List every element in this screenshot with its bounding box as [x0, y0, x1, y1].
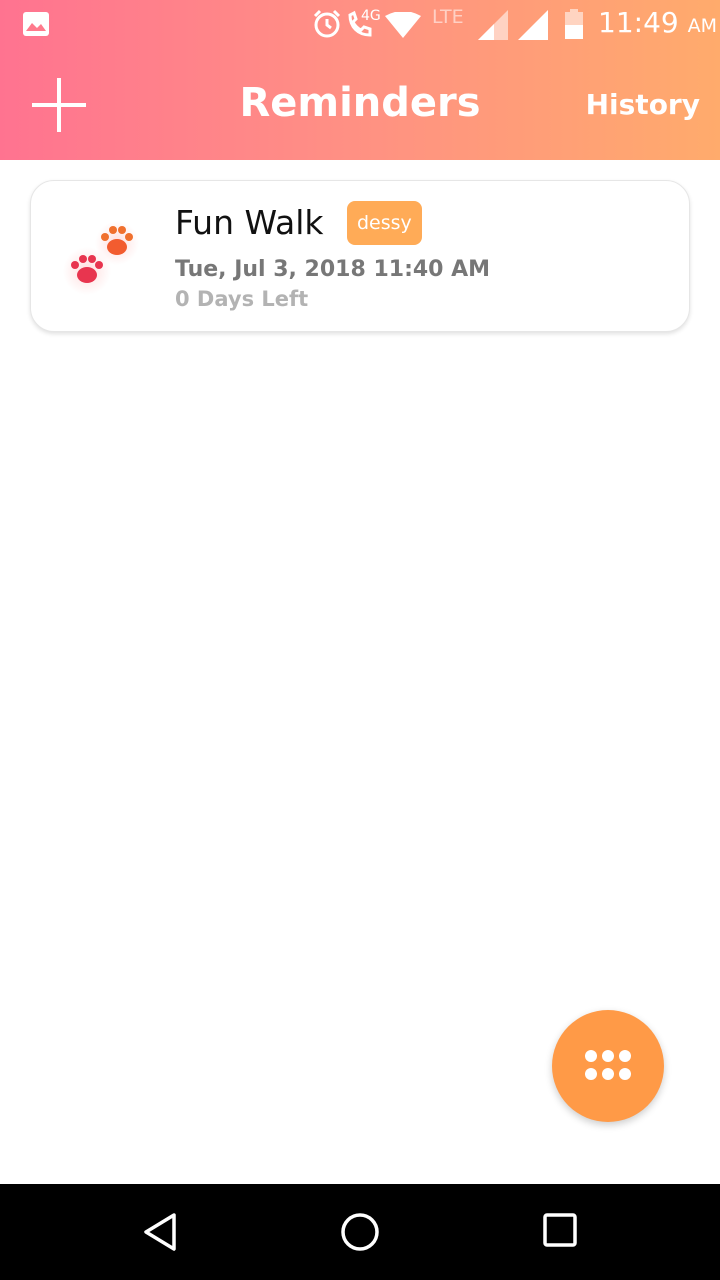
- status-time: 11:49 AM: [598, 6, 717, 39]
- reminder-card[interactable]: Fun Walk dessy Tue, Jul 3, 2018 11:40 AM…: [30, 180, 690, 332]
- menu-fab-button[interactable]: [552, 1010, 664, 1122]
- wifi-icon: [385, 12, 421, 38]
- lte-label: LTE: [432, 6, 464, 28]
- signal-icon: [518, 10, 548, 40]
- app-header: 4G LTE 11:49 AM Reminders History: [0, 0, 720, 160]
- pet-tag: dessy: [347, 201, 422, 245]
- history-button[interactable]: History: [586, 88, 700, 121]
- signal-icon: [478, 10, 508, 40]
- recents-icon[interactable]: [542, 1212, 578, 1248]
- grid-dots-icon: [585, 1050, 631, 1080]
- reminder-title: Fun Walk: [175, 203, 324, 242]
- status-bar: 4G LTE 11:49 AM: [0, 0, 720, 50]
- days-left: 0 Days Left: [175, 287, 309, 311]
- network-label: 4G: [361, 8, 381, 24]
- battery-icon: [565, 9, 583, 39]
- system-nav-bar: [0, 1184, 720, 1280]
- back-icon[interactable]: [140, 1212, 180, 1252]
- alarm-icon: [313, 9, 341, 38]
- home-icon[interactable]: [340, 1212, 380, 1252]
- paw-prints-icon: [63, 221, 139, 295]
- gallery-icon: [23, 12, 49, 36]
- reminder-datetime: Tue, Jul 3, 2018 11:40 AM: [175, 257, 491, 282]
